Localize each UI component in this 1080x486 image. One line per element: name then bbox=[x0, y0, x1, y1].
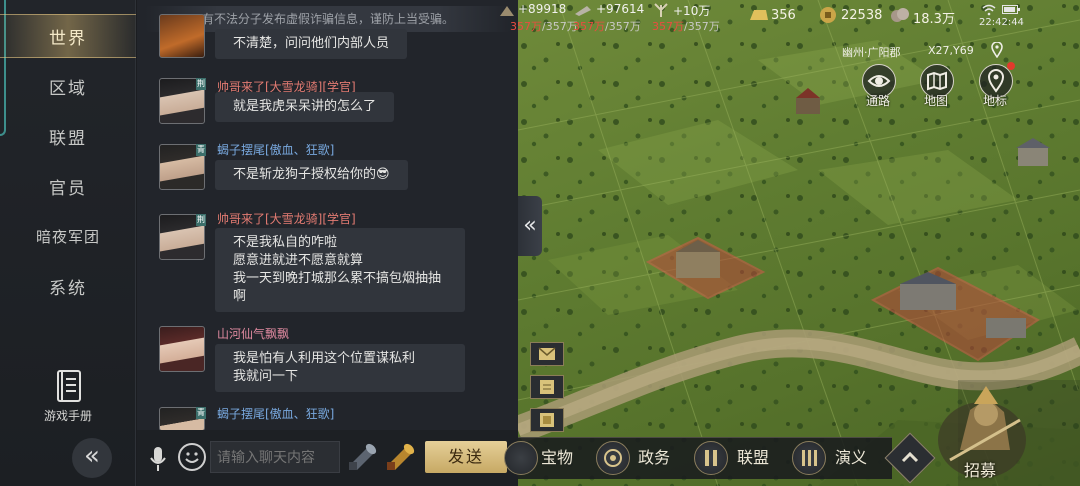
sender-name[interactable]: 蝎子摆尾[傲血、狂歌] bbox=[217, 141, 334, 158]
battery-icon bbox=[1002, 5, 1020, 14]
alliance-button[interactable]: 联盟 bbox=[737, 437, 769, 479]
message-bubble: 不是我私自的咋啦 愿意进就进不愿意就算 我一天到晚打城那么累不搞包烟抽抽 啊 bbox=[215, 228, 465, 312]
mail-icon[interactable] bbox=[530, 342, 564, 366]
scroll-icon[interactable] bbox=[530, 375, 564, 399]
expand-menu-button[interactable] bbox=[884, 432, 936, 484]
treasure-button[interactable]: 宝物 bbox=[541, 437, 573, 479]
chat-panel: 有不法分子发布虚假诈骗信息，谨防上当受骗。 不清楚，问问他们内部人员 荆 帅哥来… bbox=[137, 0, 518, 486]
message-bubble: 不清楚，问问他们内部人员 bbox=[215, 29, 408, 59]
copper-value: 18.3万 bbox=[913, 12, 955, 27]
resource-icon-1 bbox=[500, 6, 514, 16]
emoji-icon[interactable] bbox=[178, 443, 206, 471]
nav-item-night-legion[interactable]: 暗夜军团 bbox=[0, 214, 136, 258]
horn-icon[interactable] bbox=[347, 440, 379, 474]
story-button[interactable]: 演义 bbox=[835, 437, 867, 479]
map-label[interactable]: 地图 bbox=[924, 92, 948, 109]
nav-item-alliance[interactable]: 联盟 bbox=[0, 114, 136, 158]
location-pin-icon[interactable] bbox=[991, 42, 1003, 58]
coins-value: 22538 bbox=[841, 8, 883, 23]
nav-item-system[interactable]: 系统 bbox=[0, 264, 136, 308]
resource-3-capacity: 357万/357万 bbox=[652, 20, 720, 33]
collapse-chat-button[interactable]: « bbox=[72, 438, 112, 478]
resource-1-income: +89918 bbox=[518, 2, 567, 16]
resource-2-income: +97614 bbox=[596, 2, 645, 16]
notification-dot bbox=[1007, 62, 1015, 70]
coin-icon bbox=[820, 7, 836, 23]
nav-item-region[interactable]: 区域 bbox=[0, 64, 136, 108]
manual-label[interactable]: 游戏手册 bbox=[0, 407, 136, 424]
send-button[interactable]: 发送 bbox=[425, 441, 507, 473]
clock: 22:42:44 bbox=[979, 17, 1024, 28]
copper-coins-icon bbox=[891, 8, 909, 22]
chat-input[interactable] bbox=[210, 441, 340, 473]
faction-badge: 荆 bbox=[196, 78, 206, 90]
resource-3-income: +10万 bbox=[673, 4, 711, 18]
alliance-icon[interactable] bbox=[694, 441, 728, 475]
chat-collapse-tab[interactable]: « bbox=[518, 196, 542, 256]
resource-2-capacity: 357万/357万 bbox=[573, 20, 641, 33]
resource-icon-3 bbox=[654, 3, 668, 17]
nav-item-world[interactable]: 世界 bbox=[0, 14, 136, 58]
affairs-icon[interactable] bbox=[596, 441, 630, 475]
map-coordinates[interactable]: X27,Y69 bbox=[928, 44, 974, 57]
affairs-button[interactable]: 政务 bbox=[638, 437, 670, 479]
microphone-icon[interactable] bbox=[149, 446, 167, 472]
chat-channel-nav: 世界 区域 联盟 官员 暗夜军团 系统 游戏手册 « bbox=[0, 0, 136, 486]
sender-name[interactable]: 帅哥来了[大雪龙骑][学官] bbox=[217, 210, 356, 227]
avatar[interactable] bbox=[159, 326, 205, 372]
manual-book-icon[interactable] bbox=[48, 368, 88, 404]
gold-bars-value: 356 bbox=[771, 8, 796, 23]
avatar[interactable] bbox=[159, 14, 205, 58]
gold-bar-icon bbox=[750, 10, 768, 20]
wifi-icon bbox=[982, 4, 996, 16]
routes-label[interactable]: 通路 bbox=[866, 92, 890, 109]
faction-badge: 青 bbox=[196, 144, 206, 156]
sender-name[interactable]: 山河仙气飘飘 bbox=[217, 325, 289, 342]
message-bubble: 我是怕有人利用这个位置谋私利 我就问一下 bbox=[215, 344, 465, 392]
faction-badge: 荆 bbox=[196, 214, 206, 226]
task-icon[interactable] bbox=[530, 408, 564, 432]
golden-horn-icon[interactable] bbox=[385, 440, 417, 474]
nav-item-officials[interactable]: 官员 bbox=[0, 164, 136, 208]
sender-name[interactable]: 蝎子摆尾[傲血、狂歌] bbox=[217, 405, 334, 422]
story-icon[interactable] bbox=[792, 441, 826, 475]
resource-1-capacity: 357万/357万 bbox=[510, 20, 578, 33]
faction-badge: 青 bbox=[196, 407, 206, 419]
message-bubble: 就是我虎呆呆讲的怎么了 bbox=[215, 92, 395, 122]
resource-icon-2 bbox=[575, 6, 591, 16]
treasure-icon[interactable] bbox=[504, 441, 538, 475]
landmark-label[interactable]: 地标 bbox=[983, 92, 1007, 109]
recruit-button[interactable]: 招募 bbox=[964, 457, 996, 481]
map-location: 幽州·广阳郡 bbox=[842, 46, 901, 59]
message-bubble: 不是斩龙狗子授权给你的😎 bbox=[215, 160, 408, 190]
